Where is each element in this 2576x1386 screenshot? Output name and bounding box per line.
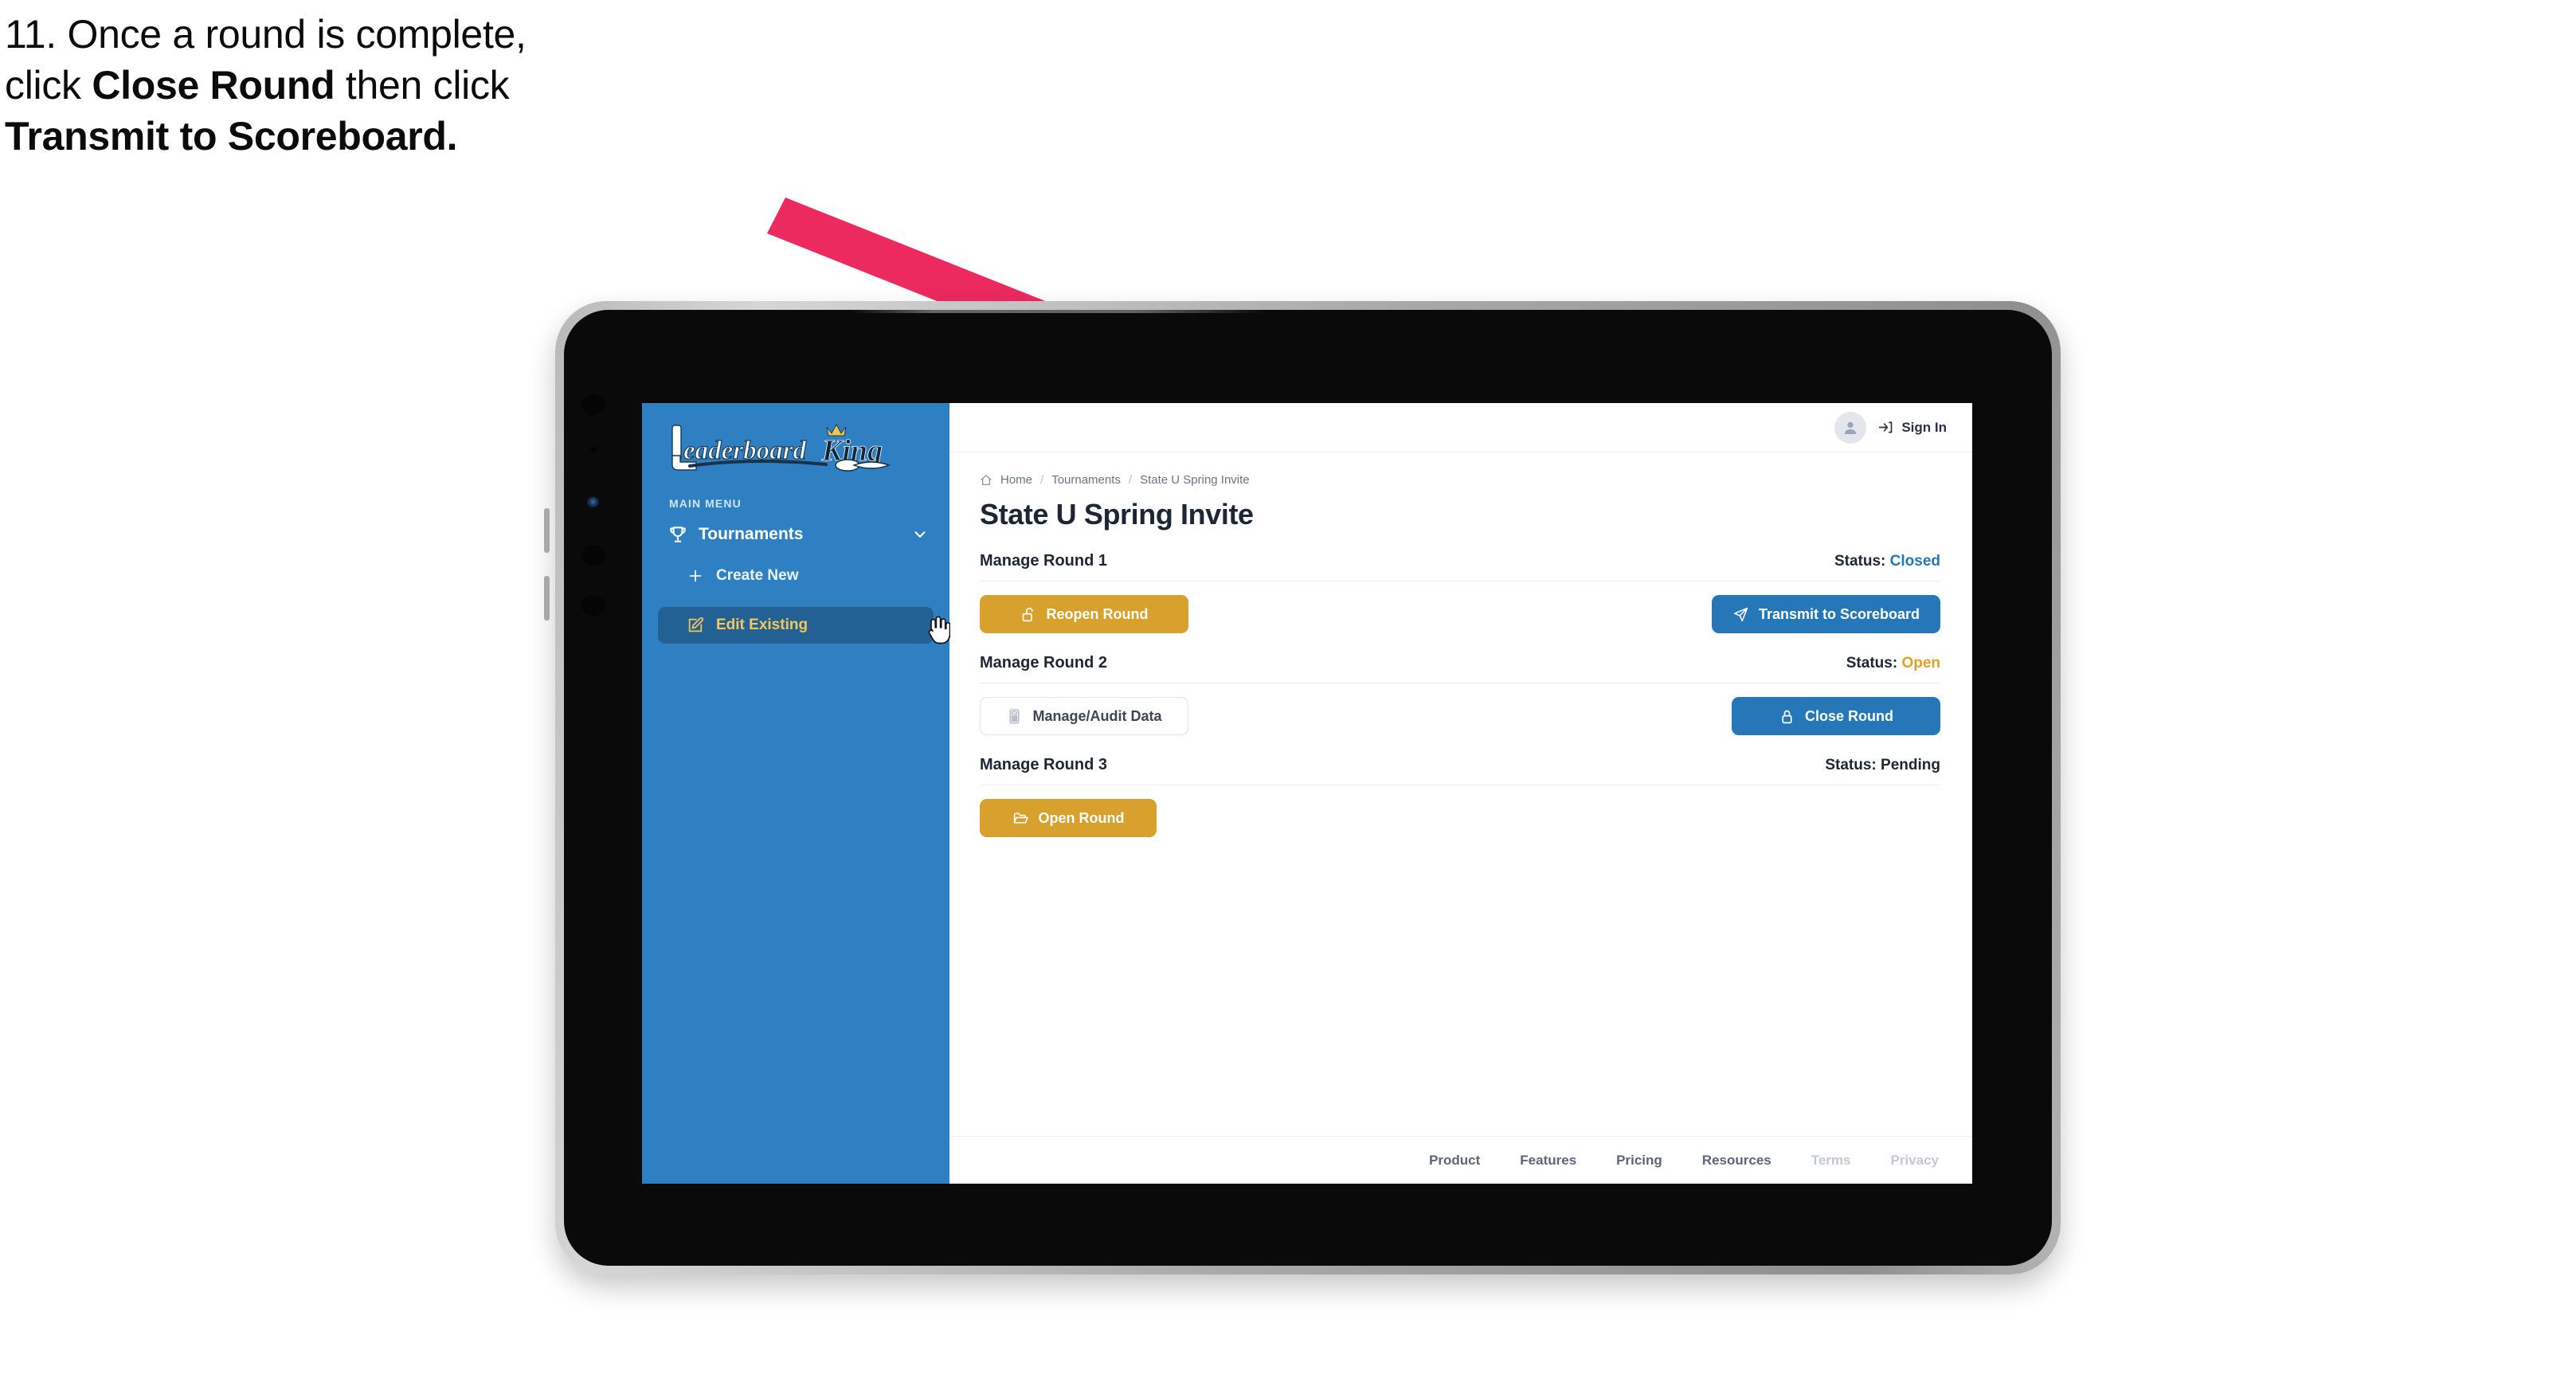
breadcrumb: Home / Tournaments / State U Spring Invi… [980, 473, 1940, 487]
round-1-title: Manage Round 1 [980, 552, 1108, 570]
caption-line-2: click Close Round then click [5, 65, 865, 105]
paper-plane-icon [1733, 607, 1748, 621]
tablet-side-button-up[interactable] [544, 508, 550, 553]
round-3-actions: Open Round [980, 785, 1940, 837]
main-panel: Sign In Home / Tournaments / State U Spr… [949, 403, 1972, 1184]
tablet-side-button-down[interactable] [544, 576, 550, 621]
tablet-microphone [591, 447, 597, 452]
app-screen: eaderboard King MAIN MENU Tournaments Cr… [642, 403, 1972, 1184]
sidebar-section-label: MAIN MENU [669, 497, 742, 510]
sign-in-label: Sign In [1901, 419, 1947, 435]
footer-link-privacy[interactable]: Privacy [1891, 1153, 1940, 1169]
sidebar-item-create-new[interactable]: Create New [658, 558, 934, 594]
instruction-caption: 11. Once a round is complete, click Clos… [5, 14, 865, 167]
footer-link-features[interactable]: Features [1520, 1153, 1576, 1169]
chevron-down-icon[interactable] [911, 526, 929, 543]
breadcrumb-item-current[interactable]: State U Spring Invite [1140, 473, 1250, 487]
manage-audit-data-label: Manage/Audit Data [1032, 707, 1162, 724]
sign-in-button[interactable]: Sign In [1877, 419, 1947, 436]
round-section-1: Manage Round 1 Status: Closed Reopen Rou… [980, 552, 1940, 633]
breadcrumb-item-home[interactable]: Home [1000, 473, 1032, 487]
round-1-status-value: Closed [1889, 553, 1940, 570]
tablet-bezel-dot-1 [581, 394, 605, 415]
sidebar-item-edit-existing-label: Edit Existing [716, 617, 808, 633]
breadcrumb-item-tournaments[interactable]: Tournaments [1051, 473, 1121, 487]
breadcrumb-separator-1: / [1040, 473, 1044, 487]
tablet-bezel-dot-2 [581, 545, 605, 566]
open-round-label: Open Round [1038, 809, 1125, 826]
folder-open-icon [1013, 812, 1028, 824]
close-round-button[interactable]: Close Round [1732, 697, 1940, 735]
footer-link-product[interactable]: Product [1429, 1153, 1480, 1169]
caption-line-2-post: then click [335, 63, 510, 108]
sidebar-item-tournaments-label: Tournaments [699, 525, 804, 543]
round-2-status: Status: Open [1846, 655, 1940, 672]
manage-audit-data-button[interactable]: Manage/Audit Data [980, 697, 1188, 735]
round-1-header: Manage Round 1 Status: Closed [980, 552, 1940, 581]
sidebar-item-create-new-label: Create New [716, 567, 799, 584]
tablet-device: eaderboard King MAIN MENU Tournaments Cr… [544, 301, 2061, 1274]
user-avatar-icon [1845, 421, 1857, 434]
reopen-round-label: Reopen Round [1046, 605, 1149, 622]
round-2-status-label: Status: [1846, 655, 1898, 671]
breadcrumb-separator-2: / [1128, 473, 1133, 487]
tablet-bezel: eaderboard King MAIN MENU Tournaments Cr… [564, 310, 2052, 1266]
page-root: 11. Once a round is complete, click Clos… [0, 0, 2576, 1386]
round-2-actions: Manage/Audit Data Close Round [980, 683, 1940, 735]
sidebar: eaderboard King MAIN MENU Tournaments Cr… [642, 403, 950, 1184]
caption-line-2-pre: click [5, 63, 92, 108]
round-3-status-value: Pending [1881, 757, 1940, 773]
sign-in-arrow-icon [1879, 421, 1893, 433]
round-3-status-label: Status: [1825, 757, 1877, 773]
page-title: State U Spring Invite [980, 498, 1254, 531]
round-2-status-value: Open [1901, 655, 1940, 671]
edit-square-icon [688, 617, 704, 632]
round-3-status: Status: Pending [1825, 757, 1940, 774]
trophy-icon [670, 527, 686, 542]
lock-icon [1782, 710, 1792, 723]
content-area: Home / Tournaments / State U Spring Invi… [949, 452, 1972, 1136]
top-bar: Sign In [949, 403, 1972, 452]
round-3-header: Manage Round 3 Status: Pending [980, 756, 1940, 785]
app-logo[interactable]: eaderboard King [642, 403, 949, 476]
caption-line-1: 11. Once a round is complete, [5, 12, 527, 57]
tablet-bezel-dot-3 [581, 595, 605, 616]
caption-line-3-bold: Transmit to Scoreboard. [5, 114, 458, 159]
transmit-to-scoreboard-button[interactable]: Transmit to Scoreboard [1711, 595, 1940, 633]
round-section-3: Manage Round 3 Status: Pending Open Roun… [980, 756, 1940, 837]
round-1-status-label: Status: [1834, 553, 1886, 570]
tablet-top-speaker [851, 310, 1265, 313]
calculator-icon [1009, 708, 1020, 724]
unlock-icon [1022, 607, 1033, 621]
leaderboardking-logo-icon: eaderboard King [671, 423, 891, 472]
hand-pointer-cursor [928, 616, 950, 644]
round-section-2: Manage Round 2 Status: Open Manage/Audit… [980, 654, 1940, 735]
plus-icon [689, 570, 702, 582]
tablet-camera-lens [587, 497, 599, 507]
footer-link-terms[interactable]: Terms [1811, 1153, 1851, 1169]
footer-link-resources[interactable]: Resources [1702, 1153, 1771, 1169]
round-2-header: Manage Round 2 Status: Open [980, 654, 1940, 683]
sidebar-item-tournaments[interactable]: Tournaments [642, 510, 949, 545]
caption-line-2-bold: Close Round [92, 63, 335, 108]
open-round-button[interactable]: Open Round [980, 799, 1157, 837]
avatar[interactable] [1834, 411, 1867, 444]
round-2-title: Manage Round 2 [980, 654, 1108, 671]
round-3-title: Manage Round 3 [980, 756, 1108, 773]
caption-line-3: Transmit to Scoreboard. [5, 116, 865, 156]
footer-nav: Product Features Pricing Resources Terms… [949, 1136, 1972, 1184]
home-icon[interactable] [980, 474, 992, 487]
sidebar-item-edit-existing[interactable]: Edit Existing [658, 607, 934, 644]
round-1-actions: Reopen Round Transmit to Scoreboard [980, 581, 1940, 633]
footer-link-pricing[interactable]: Pricing [1616, 1153, 1662, 1169]
close-round-label: Close Round [1805, 707, 1893, 724]
round-1-status: Status: Closed [1834, 553, 1940, 570]
reopen-round-button[interactable]: Reopen Round [980, 595, 1188, 633]
transmit-to-scoreboard-label: Transmit to Scoreboard [1758, 605, 1920, 622]
